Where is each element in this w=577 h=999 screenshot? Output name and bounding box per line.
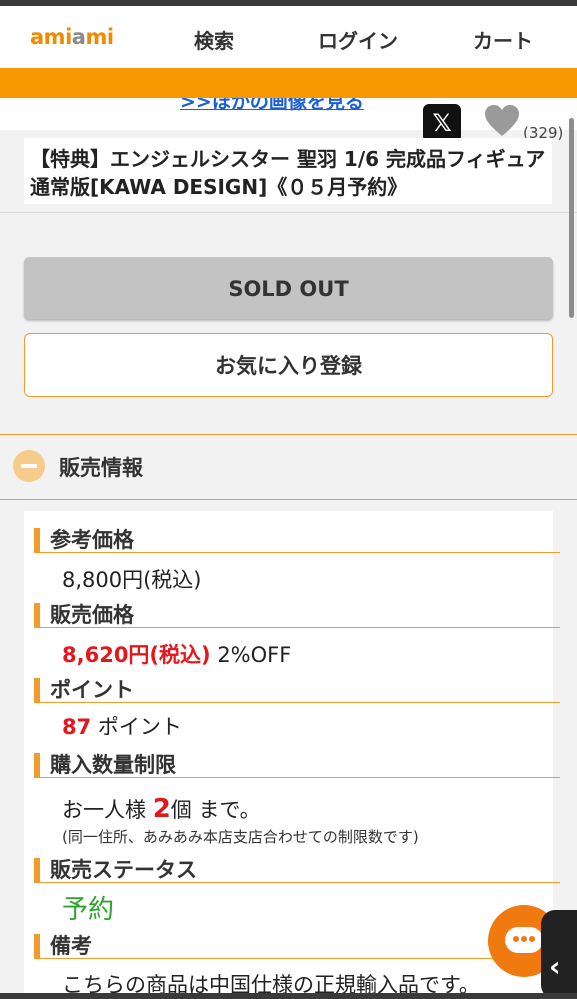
scrollbar[interactable] xyxy=(569,118,574,318)
ref-price-value: 8,800円(税込) xyxy=(62,568,202,592)
ref-price-label: 参考価格 xyxy=(34,528,560,553)
chat-dot xyxy=(529,936,535,942)
limit-suffix: 個 まで。 xyxy=(170,798,261,822)
site-header: amiami 検索 ログイン カート xyxy=(0,6,577,68)
sale-price-row: 8,620円(税込) 2%OFF xyxy=(62,639,291,669)
sale-price-label: 販売価格 xyxy=(34,603,560,628)
add-favorite-button[interactable]: お気に入り登録 xyxy=(24,333,553,397)
sales-info-title: 販売情報 xyxy=(59,456,143,480)
points-value: 87 xyxy=(62,715,92,739)
product-title: 【特典】エンジェルシスター 聖羽 1/6 完成品フィギュア 通常版[KAWA D… xyxy=(30,147,546,199)
purchase-limit-row: お一人様 2個 まで。 xyxy=(62,794,261,824)
limit-count: 2 xyxy=(152,794,171,824)
remarks-label: 備考 xyxy=(34,934,560,959)
nav-login[interactable]: ログイン xyxy=(318,25,398,54)
points-unit: ポイント xyxy=(97,715,182,739)
heart-icon[interactable] xyxy=(484,104,520,138)
nav-cart[interactable]: カート xyxy=(473,25,533,54)
limit-note: (同一住所、あみあみ本店支店合わせての制限数です) xyxy=(62,828,419,846)
sales-status-label: 販売ステータス xyxy=(34,858,560,883)
purchase-limit-label: 購入数量制限 xyxy=(34,753,560,778)
points-row: 87 ポイント xyxy=(62,711,182,741)
amiami-logo[interactable]: amiami xyxy=(30,25,114,49)
limit-prefix: お一人様 xyxy=(62,798,146,822)
x-share-icon[interactable]: 𝕏 xyxy=(423,104,461,142)
chevron-left-icon: ‹ xyxy=(549,950,561,983)
chat-dot xyxy=(513,936,519,942)
orange-banner xyxy=(0,68,577,98)
divider xyxy=(0,212,577,213)
bottom-edge xyxy=(0,993,577,999)
sales-status-value: 予約 xyxy=(62,895,115,925)
sold-out-button[interactable]: SOLD OUT xyxy=(24,257,553,319)
chat-dot xyxy=(521,936,527,942)
side-drawer-tab[interactable]: ‹ xyxy=(541,910,577,999)
nav-search[interactable]: 検索 xyxy=(194,25,234,54)
collapse-minus-icon[interactable] xyxy=(13,450,45,482)
points-label: ポイント xyxy=(34,678,560,703)
sale-price-value: 8,620円(税込) xyxy=(62,643,211,667)
discount-text: 2%OFF xyxy=(217,643,292,667)
